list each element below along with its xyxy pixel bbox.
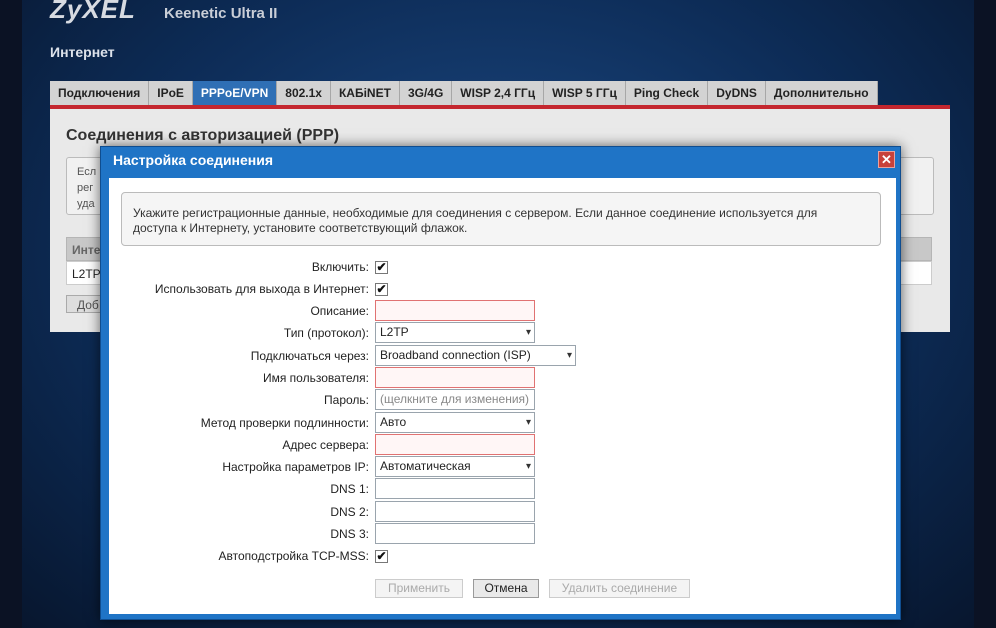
- password-input[interactable]: (щелкните для изменения): [375, 389, 535, 410]
- panel-heading: Соединения с авторизацией (PPP): [66, 127, 340, 144]
- dialog-body: Укажите регистрационные данные, необходи…: [109, 178, 896, 614]
- enable-checkbox[interactable]: ✔: [375, 261, 388, 274]
- tab-dydns[interactable]: DyDNS: [708, 81, 766, 105]
- dns3-label: DNS 3:: [330, 527, 369, 541]
- tab-wisp-5[interactable]: WISP 5 ГГц: [544, 81, 626, 105]
- dns2-label: DNS 2:: [330, 505, 369, 519]
- note-line-1: Укажите регистрационные данные, необходи…: [133, 206, 818, 220]
- close-icon[interactable]: ✕: [878, 151, 895, 168]
- chevron-down-icon: ▾: [525, 417, 531, 428]
- tab-3g4g[interactable]: 3G/4G: [399, 81, 453, 105]
- use-for-internet-label: Использовать для выхода в Интернет:: [154, 282, 369, 296]
- description-input[interactable]: [375, 300, 535, 321]
- tab-ping-check[interactable]: Ping Check: [625, 81, 709, 105]
- dialog-title: Настройка соединения: [113, 152, 274, 168]
- tab-wisp-24[interactable]: WISP 2,4 ГГц: [452, 81, 545, 105]
- tab-pppoe-vpn[interactable]: PPPoE/VPN: [192, 81, 278, 105]
- ip-settings-value: Автоматическая: [380, 459, 471, 473]
- description-label: Описание:: [310, 304, 369, 318]
- chevron-down-icon: ▾: [525, 461, 531, 472]
- auth-method-value: Авто: [380, 415, 407, 429]
- server-address-label: Адрес сервера:: [282, 438, 369, 452]
- tab-connections[interactable]: Подключения: [50, 81, 150, 105]
- apply-button[interactable]: Применить: [375, 579, 463, 598]
- chevron-down-icon: ▾: [525, 327, 531, 338]
- window-frame-left: [0, 0, 22, 628]
- enable-label: Включить:: [311, 260, 369, 274]
- dns3-input[interactable]: [375, 523, 535, 544]
- auth-method-select[interactable]: Авто ▾: [375, 412, 535, 433]
- protocol-type-select[interactable]: L2TP ▾: [375, 322, 535, 343]
- server-address-input[interactable]: [375, 434, 535, 455]
- window-frame-right: [974, 0, 996, 628]
- auth-method-label: Метод проверки подлинности:: [200, 416, 369, 430]
- delete-connection-button[interactable]: Удалить соединение: [549, 579, 690, 598]
- connect-via-select[interactable]: Broadband connection (ISP) ▾: [375, 345, 576, 366]
- ip-settings-select[interactable]: Автоматическая ▾: [375, 456, 535, 477]
- username-input[interactable]: [375, 367, 535, 388]
- tcp-mss-label: Автоподстройка TCP-MSS:: [218, 549, 369, 563]
- dns1-input[interactable]: [375, 478, 535, 499]
- username-label: Имя пользователя:: [262, 371, 369, 385]
- connect-via-label: Подключаться через:: [250, 349, 369, 363]
- connect-via-value: Broadband connection (ISP): [380, 348, 531, 362]
- use-for-internet-checkbox[interactable]: ✔: [375, 283, 388, 296]
- brand-logo: ZyXEL: [50, 0, 136, 24]
- dialog-note: Укажите регистрационные данные, необходи…: [121, 192, 881, 246]
- tab-ipoe[interactable]: IPoE: [149, 81, 193, 105]
- note-line-2: доступа к Интернету, установите соответс…: [133, 221, 468, 235]
- cancel-button[interactable]: Отмена: [473, 579, 539, 598]
- tab-bar: Подключения IPoE PPPoE/VPN 802.1x КАБiNE…: [50, 81, 878, 105]
- connection-settings-dialog: Настройка соединения ✕ Укажите регистрац…: [100, 146, 901, 620]
- password-label: Пароль:: [324, 393, 369, 407]
- ip-settings-label: Настройка параметров IP:: [222, 460, 369, 474]
- chevron-down-icon: ▾: [566, 350, 572, 361]
- protocol-type-label: Тип (протокол):: [283, 326, 369, 340]
- tab-8021x[interactable]: 802.1x: [277, 81, 331, 105]
- router-model: Keenetic Ultra II: [164, 5, 278, 22]
- page-title: Интернет: [50, 44, 115, 60]
- tab-kabinet[interactable]: КАБiNET: [330, 81, 400, 105]
- dns2-input[interactable]: [375, 501, 535, 522]
- tab-additional[interactable]: Дополнительно: [765, 81, 878, 105]
- tcp-mss-checkbox[interactable]: ✔: [375, 550, 388, 563]
- protocol-type-value: L2TP: [380, 325, 409, 339]
- dns1-label: DNS 1:: [330, 482, 369, 496]
